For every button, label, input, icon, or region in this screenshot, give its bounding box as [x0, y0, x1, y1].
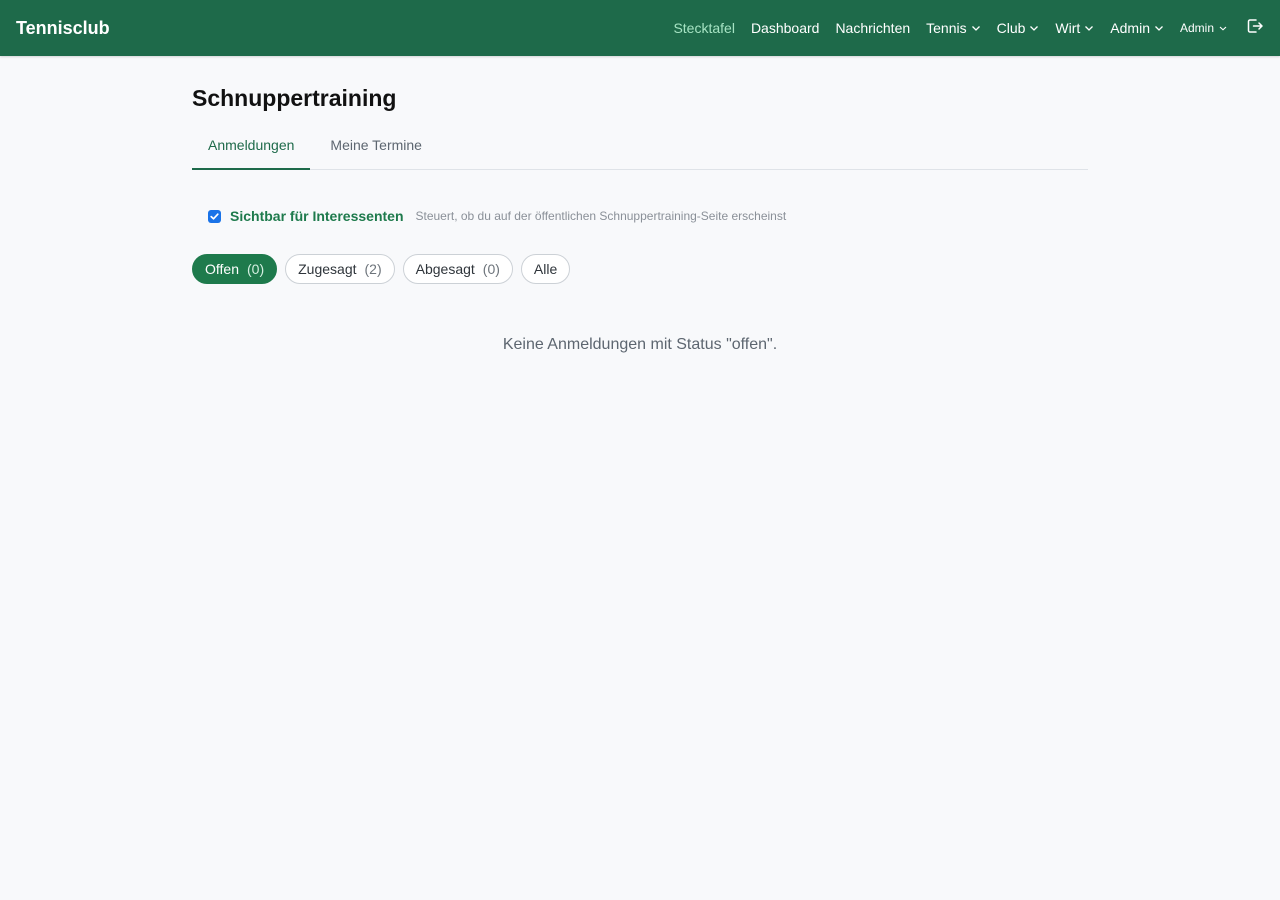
brand-logo-link[interactable]: Tennisclub [16, 18, 110, 39]
filter-alle-button[interactable]: Alle [520, 254, 571, 284]
main-content: Schnuppertraining Anmeldungen Meine Term… [192, 56, 1088, 354]
chevron-down-icon [1084, 23, 1094, 33]
tab-bar: Anmeldungen Meine Termine [192, 132, 1088, 170]
chevron-down-icon [1218, 23, 1228, 33]
nav-admin-dropdown[interactable]: Admin [1102, 0, 1172, 56]
logout-icon [1246, 17, 1264, 40]
logout-button[interactable] [1236, 0, 1264, 56]
visibility-label[interactable]: Sichtbar für Interessenten [230, 208, 404, 224]
nav-user-dropdown[interactable]: Admin [1172, 0, 1236, 56]
nav-wirt-label: Wirt [1055, 20, 1081, 36]
filter-label: Offen [205, 261, 239, 277]
tab-anmeldungen[interactable]: Anmeldungen [192, 132, 311, 170]
filter-label: Alle [533, 261, 558, 277]
visibility-checkbox[interactable] [208, 209, 221, 223]
nav-club-dropdown[interactable]: Club [989, 0, 1048, 56]
nav-club-label: Club [996, 20, 1026, 36]
filter-count: (0) [247, 261, 265, 277]
nav-nachrichten[interactable]: Nachrichten [827, 0, 918, 56]
filter-offen-button[interactable]: Offen (0) [192, 254, 278, 284]
filter-abgesagt-button[interactable]: Abgesagt (0) [402, 254, 513, 284]
empty-state-message: Keine Anmeldungen mit Status "offen". [502, 336, 778, 353]
nav-wirt-dropdown[interactable]: Wirt [1047, 0, 1102, 56]
nav-admin-label: Admin [1110, 20, 1150, 36]
top-navbar: Tennisclub Stecktafel Dashboard Nachrich… [0, 0, 1280, 56]
nav-menu: Stecktafel Dashboard Nachrichten Tennis … [665, 0, 1264, 56]
status-filter-bar: Offen (0) Zugesagt (2) Abgesagt (0) Alle [192, 254, 1088, 284]
tab-meine-termine[interactable]: Meine Termine [314, 132, 438, 170]
nav-stecktafel[interactable]: Stecktafel [665, 0, 742, 56]
chevron-down-icon [1029, 23, 1039, 33]
filter-label: Zugesagt [298, 261, 357, 277]
visibility-hint: Steuert, ob du auf der öffentlichen Schn… [415, 209, 787, 223]
filter-count: (2) [364, 261, 382, 277]
nav-tennis-label: Tennis [926, 20, 967, 36]
filter-label: Abgesagt [415, 261, 475, 277]
nav-user-label: Admin [1179, 21, 1214, 35]
chevron-down-icon [1154, 23, 1164, 33]
nav-dashboard[interactable]: Dashboard [743, 0, 828, 56]
filter-count: (0) [482, 261, 500, 277]
page-title: Schnuppertraining [192, 85, 397, 111]
visibility-toggle-row: Sichtbar für Interessenten Steuert, ob d… [208, 208, 1088, 224]
chevron-down-icon [971, 23, 981, 33]
filter-zugesagt-button[interactable]: Zugesagt (2) [285, 254, 395, 284]
nav-tennis-dropdown[interactable]: Tennis [918, 0, 988, 56]
